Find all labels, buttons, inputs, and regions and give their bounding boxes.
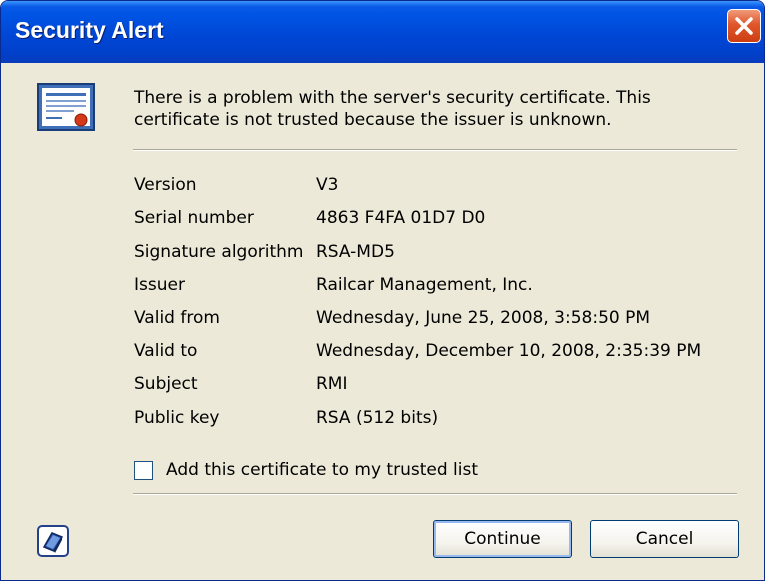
field-value: RSA (512 bits) <box>316 408 439 428</box>
title-bar[interactable]: Security Alert <box>1 1 764 63</box>
field-label: Subject <box>134 374 198 394</box>
trust-checkbox-label[interactable]: Add this certificate to my trusted list <box>166 460 478 480</box>
field-value: Wednesday, December 10, 2008, 2:35:39 PM <box>316 341 702 361</box>
field-value: V3 <box>316 175 339 195</box>
field-value: Wednesday, June 25, 2008, 3:58:50 PM <box>316 308 651 328</box>
field-label: Serial number <box>134 208 254 228</box>
field-value: Railcar Management, Inc. <box>316 275 533 295</box>
field-label: Signature algorithm <box>134 242 304 262</box>
field-value: RSA-MD5 <box>316 242 395 262</box>
field-label: Issuer <box>134 275 185 295</box>
field-label: Public key <box>134 408 220 428</box>
security-alert-dialog: Security Alert There is a problem with t… <box>0 0 765 581</box>
separator-top <box>133 149 737 151</box>
field-label: Version <box>134 175 197 195</box>
separator-bottom <box>133 493 737 495</box>
field-value: RMI <box>316 374 348 394</box>
certificate-icon <box>37 83 95 131</box>
field-label: Valid from <box>134 308 220 328</box>
cancel-button[interactable]: Cancel <box>590 520 739 558</box>
field-label: Valid to <box>134 341 198 361</box>
continue-button[interactable]: Continue <box>433 520 572 558</box>
trust-checkbox[interactable] <box>134 461 153 480</box>
help-icon[interactable] <box>37 525 69 557</box>
alert-message: There is a problem with the server's sec… <box>134 88 651 130</box>
field-value: 4863 F4FA 01D7 D0 <box>316 208 486 228</box>
dialog-title: Security Alert <box>15 17 164 43</box>
close-icon <box>735 17 753 35</box>
close-button[interactable] <box>727 9 761 43</box>
